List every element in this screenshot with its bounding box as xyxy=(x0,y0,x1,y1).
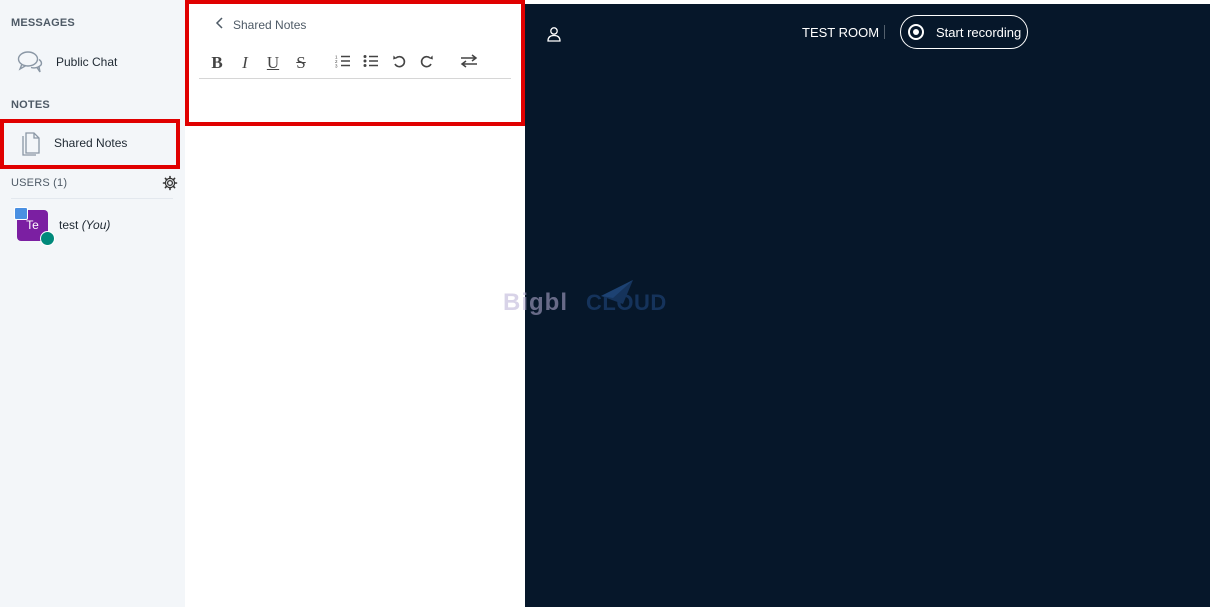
sidebar: MESSAGES Public Chat NOTES Shared Notes … xyxy=(0,0,185,607)
avatar-initials: Te xyxy=(26,218,39,232)
messages-section-title: MESSAGES xyxy=(11,17,75,29)
redo-button[interactable] xyxy=(413,51,441,75)
ordered-list-button[interactable]: 123 xyxy=(329,51,357,75)
chat-bubbles-icon xyxy=(16,48,44,76)
strikethrough-icon: S xyxy=(296,53,306,72)
bigbluebutton-cloud-logo: Bigbl CLOUD xyxy=(503,278,667,328)
notes-editor[interactable] xyxy=(199,82,511,116)
bold-button[interactable]: B xyxy=(203,51,231,75)
underline-icon: U xyxy=(266,53,280,72)
redo-icon xyxy=(420,54,434,73)
underline-button[interactable]: U xyxy=(259,51,287,75)
undo-icon xyxy=(392,54,406,73)
you-label: (You) xyxy=(81,218,111,232)
user-list-item[interactable]: Te test (You) xyxy=(10,205,175,246)
sidebar-item-shared-notes[interactable]: Shared Notes xyxy=(4,121,174,165)
bullet-list-icon xyxy=(363,54,379,73)
record-icon xyxy=(908,24,924,40)
notes-panel-title: Shared Notes xyxy=(233,18,307,32)
record-label: Start recording xyxy=(936,24,1022,40)
chevron-left-icon xyxy=(215,16,225,34)
sidebar-item-label: Public Chat xyxy=(56,55,118,69)
notes-section-title: NOTES xyxy=(11,99,50,111)
start-recording-button[interactable]: Start recording xyxy=(900,15,1028,49)
user-icon[interactable] xyxy=(546,26,562,42)
svg-text:3: 3 xyxy=(335,63,338,68)
undo-button[interactable] xyxy=(385,51,413,75)
notes-toolbar: B I U S 123 xyxy=(199,50,511,76)
header-divider xyxy=(884,25,885,39)
notes-back-button[interactable]: Shared Notes xyxy=(215,16,306,34)
paper-plane-icon xyxy=(599,278,639,306)
toolbar-divider xyxy=(199,78,511,79)
document-icon xyxy=(16,129,44,157)
sidebar-item-public-chat[interactable]: Public Chat xyxy=(4,40,174,84)
bullet-list-button[interactable] xyxy=(357,51,385,75)
user-name-text: test xyxy=(59,218,79,232)
bold-icon: B xyxy=(211,53,223,72)
ordered-list-icon: 123 xyxy=(335,54,351,73)
gear-icon[interactable] xyxy=(162,175,178,191)
strikethrough-button[interactable]: S xyxy=(287,51,315,75)
shared-notes-panel: Shared Notes B I U S 123 xyxy=(185,0,525,607)
italic-button[interactable]: I xyxy=(231,51,259,75)
swap-arrows-icon xyxy=(460,53,478,73)
room-name: TEST ROOM xyxy=(802,25,880,40)
presenter-icon xyxy=(14,206,28,220)
sidebar-item-label: Shared Notes xyxy=(54,136,128,150)
swap-direction-button[interactable] xyxy=(455,51,483,75)
users-section-title: USERS (1) xyxy=(11,177,68,189)
logo-text-a: Bigbl xyxy=(503,289,568,316)
user-name: test (You) xyxy=(59,218,110,232)
italic-icon: I xyxy=(242,53,248,72)
divider xyxy=(11,198,173,199)
avatar: Te xyxy=(14,206,55,246)
headset-icon xyxy=(40,230,55,246)
